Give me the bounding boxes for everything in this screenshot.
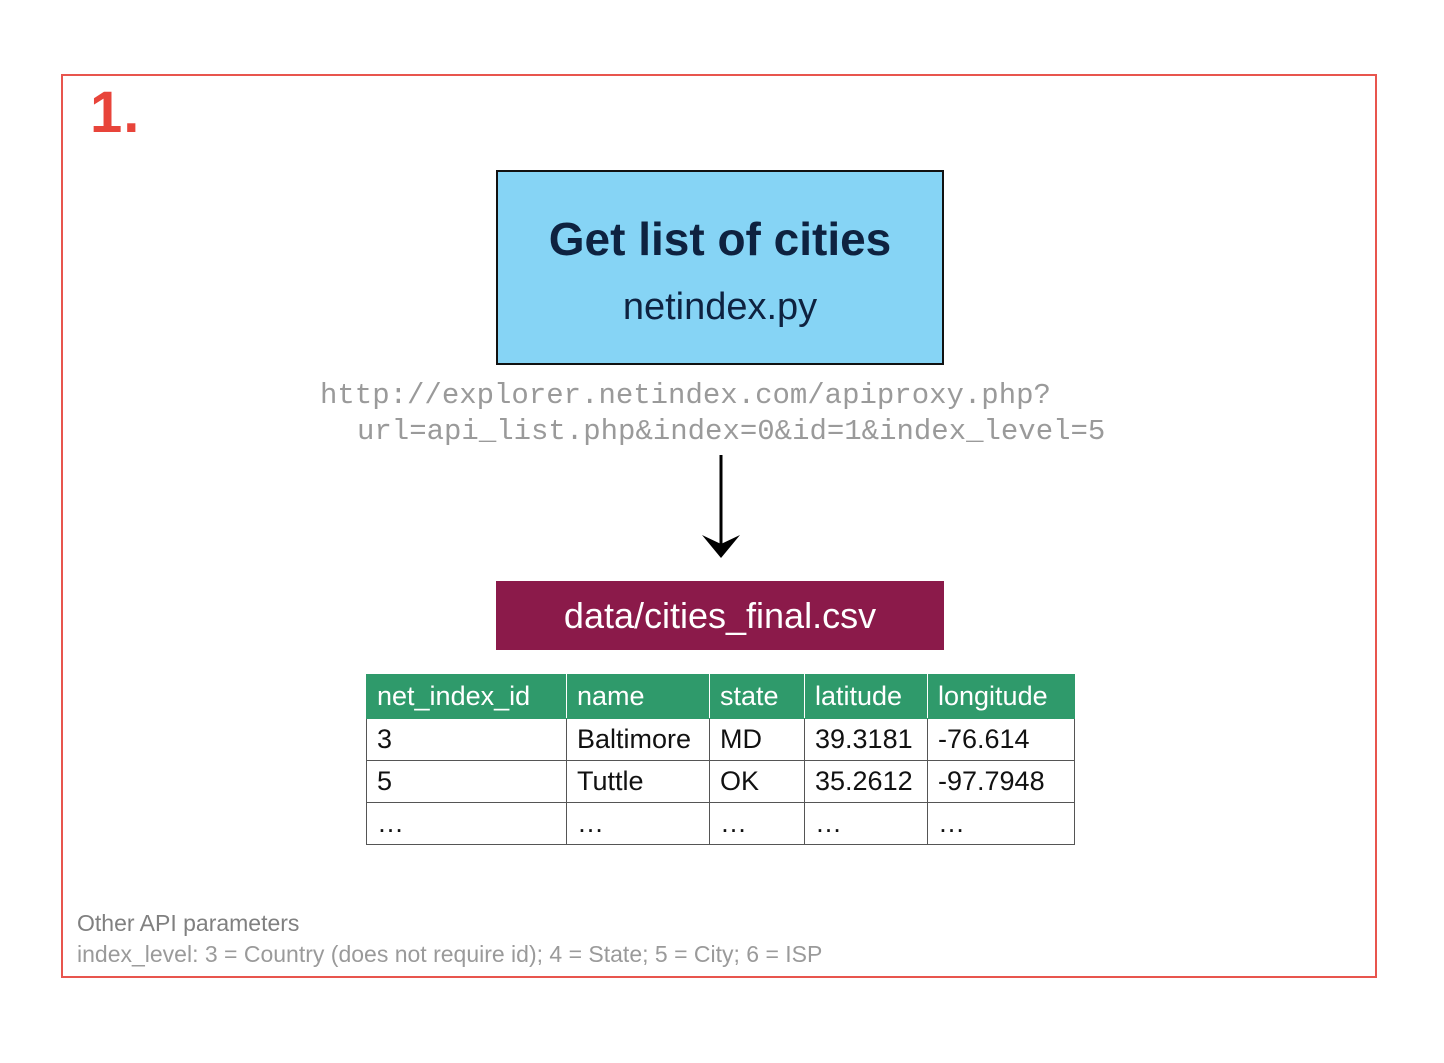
column-header-latitude: latitude: [804, 674, 928, 719]
api-url-line-2: url=api_list.php&index=0&id=1&index_leve…: [357, 415, 1106, 448]
api-url: http://explorer.netindex.com/apiproxy.ph…: [320, 378, 1105, 450]
table-header-row: net_index_id name state latitude longitu…: [366, 674, 1075, 719]
column-header-longitude: longitude: [927, 674, 1075, 719]
table-cell: …: [927, 802, 1075, 845]
csv-preview-table: net_index_id name state latitude longitu…: [366, 674, 1075, 845]
table-cell: MD: [709, 718, 805, 761]
down-arrow-icon: [702, 455, 740, 558]
process-title: Get list of cities: [548, 213, 892, 265]
table-cell: 5: [366, 760, 567, 803]
table-row: 5 Tuttle OK 35.2612 -97.7948: [366, 760, 1075, 803]
table-cell: -76.614: [927, 718, 1075, 761]
api-url-line-1: http://explorer.netindex.com/apiproxy.ph…: [320, 379, 1051, 412]
column-header-state: state: [709, 674, 805, 719]
process-script-name: netindex.py: [622, 286, 818, 328]
table-cell: …: [566, 802, 710, 845]
table-cell: …: [804, 802, 928, 845]
table-cell: 35.2612: [804, 760, 928, 803]
process-box: Get list of cities netindex.py: [496, 170, 944, 365]
table-cell: …: [366, 802, 567, 845]
table-cell: 39.3181: [804, 718, 928, 761]
table-row: 3 Baltimore MD 39.3181 -76.614: [366, 718, 1075, 761]
table-cell: Baltimore: [566, 718, 710, 761]
table-cell: Tuttle: [566, 760, 710, 803]
notes-title: Other API parameters: [77, 910, 300, 936]
column-header-net-index-id: net_index_id: [366, 674, 567, 719]
table-row: … … … … …: [366, 802, 1075, 845]
notes-text: index_level: 3 = Country (does not requi…: [77, 941, 823, 967]
table-cell: -97.7948: [927, 760, 1075, 803]
table-cell: …: [709, 802, 805, 845]
output-file-box: data/cities_final.csv: [496, 581, 944, 650]
table-cell: OK: [709, 760, 805, 803]
column-header-name: name: [566, 674, 710, 719]
step-number: 1.: [90, 80, 141, 145]
table-cell: 3: [366, 718, 567, 761]
